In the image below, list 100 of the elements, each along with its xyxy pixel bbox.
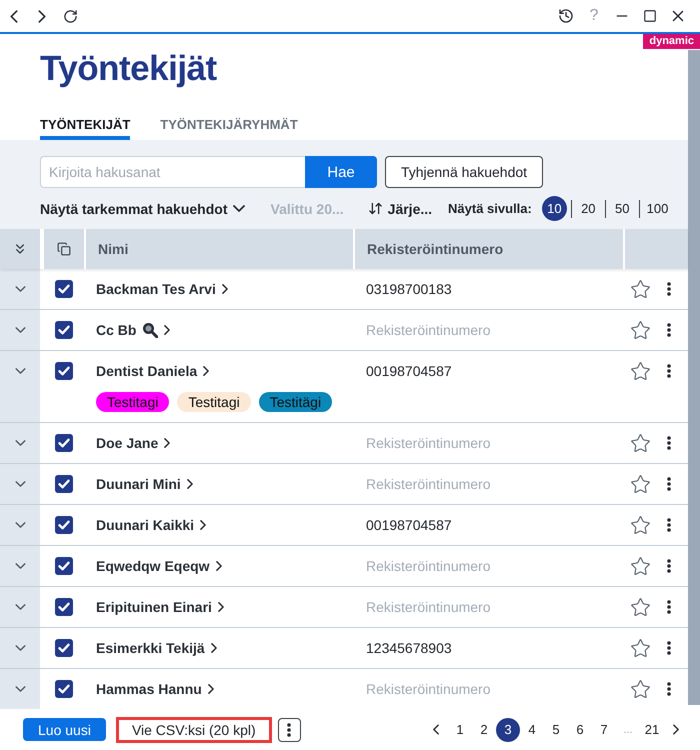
star-icon[interactable] [630, 679, 651, 700]
export-csv-button[interactable]: Vie CSV:ksi (20 kpl) [116, 716, 272, 742]
chevron-right-icon [208, 684, 214, 694]
search-button[interactable]: Hae [305, 156, 377, 188]
empty-value-hint: Rekisteröintinumero [366, 475, 490, 493]
checkbox[interactable] [55, 598, 73, 616]
chevron-right-icon [164, 325, 170, 335]
chevron-right-icon [210, 643, 217, 653]
back-icon[interactable] [10, 10, 18, 22]
scrollbar-thumb[interactable] [688, 50, 700, 705]
page-size-option[interactable]: 100 [644, 196, 670, 221]
employee-name-link[interactable]: Doe Jane [96, 434, 170, 452]
empty-value-hint: Rekisteröintinumero [366, 321, 490, 339]
sort-icon [368, 201, 383, 216]
chevron-down-icon[interactable] [14, 686, 26, 692]
registration-number: 03198700183 [366, 280, 452, 298]
star-icon[interactable] [630, 433, 651, 454]
page-button[interactable]: 7 [592, 718, 616, 742]
column-header: Nimi [98, 241, 128, 257]
checkbox[interactable] [55, 321, 73, 339]
previous-page-icon[interactable] [433, 724, 439, 735]
star-icon[interactable] [630, 556, 651, 577]
reload-icon[interactable] [62, 8, 78, 24]
copy-icon[interactable] [57, 242, 71, 256]
page-button[interactable]: 6 [568, 718, 592, 742]
employee-name-link[interactable]: Duunari Kaikki [96, 516, 206, 534]
chevron-down-icon[interactable] [14, 645, 26, 651]
forward-icon[interactable] [38, 10, 46, 22]
chevron-down-icon[interactable] [14, 604, 26, 610]
empty-value-hint: Rekisteröintinumero [366, 557, 490, 575]
page-button[interactable]: 21 [640, 718, 664, 742]
checkbox[interactable] [55, 680, 73, 698]
employee-name-link[interactable]: Esimerkki Tekijä [96, 639, 217, 657]
search-field[interactable]: Kirjoita hakusanat [40, 156, 305, 188]
employee-name-link[interactable]: Eqwedqw Eqeqw [96, 557, 222, 575]
sort-button[interactable]: Järje... [368, 200, 432, 216]
page-size-option[interactable]: 20 [576, 196, 601, 221]
chevron-right-icon [216, 561, 222, 571]
checkbox[interactable] [55, 434, 73, 452]
kebab-menu-icon[interactable] [667, 559, 671, 573]
chevron-down-icon[interactable] [14, 286, 26, 292]
kebab-menu-icon[interactable] [667, 641, 671, 655]
star-icon[interactable] [630, 597, 651, 618]
checkbox[interactable] [55, 516, 73, 534]
checkbox[interactable] [55, 639, 73, 657]
star-icon[interactable] [630, 638, 651, 659]
star-icon[interactable] [630, 279, 651, 300]
pagination-ellipsis: ... [622, 724, 634, 736]
kebab-menu-icon[interactable] [667, 282, 671, 296]
star-icon[interactable] [630, 361, 651, 382]
checkbox[interactable] [55, 362, 73, 380]
star-icon[interactable] [630, 320, 651, 341]
checkbox[interactable] [55, 280, 73, 298]
tab[interactable]: TYÖNTEKIJÄRYHMÄT [160, 100, 298, 140]
kebab-menu-icon[interactable] [667, 518, 671, 532]
checkbox[interactable] [55, 557, 73, 575]
empty-value-hint: Rekisteröintinumero [366, 598, 490, 616]
advanced-search-button[interactable]: Näytä tarkemmat hakuehdot [40, 200, 245, 216]
chevron-right-icon [222, 284, 228, 294]
chevron-down-icon[interactable] [14, 481, 26, 487]
maximize-icon[interactable] [643, 9, 657, 23]
kebab-menu-icon[interactable] [667, 436, 671, 450]
page-button[interactable]: 4 [520, 718, 544, 742]
employee-name-link[interactable]: Dentist Daniela [96, 362, 210, 380]
page-button[interactable]: 2 [472, 718, 496, 742]
page-button[interactable]: 5 [544, 718, 568, 742]
employee-name-link[interactable]: Hammas Hannu [96, 680, 214, 698]
chevron-down-icon [232, 205, 245, 212]
kebab-menu-icon[interactable] [667, 682, 671, 696]
chevron-right-icon [164, 438, 170, 448]
employee-name-link[interactable]: Duunari Mini [96, 475, 193, 493]
checkbox[interactable] [55, 475, 73, 493]
chevron-down-icon[interactable] [14, 368, 26, 374]
employee-name-link[interactable]: Eripituinen Einari [96, 598, 224, 616]
kebab-menu-icon[interactable] [667, 600, 671, 614]
kebab-menu-icon[interactable] [667, 323, 671, 337]
chevron-down-icon[interactable] [14, 563, 26, 569]
history-icon[interactable] [558, 8, 574, 24]
page-size-option[interactable]: 50 [610, 196, 635, 221]
page-button[interactable]: 1 [448, 718, 472, 742]
clear-filters-button[interactable]: Tyhjennä hakuehdot [385, 156, 543, 188]
employee-name-link[interactable]: Cc Bb [96, 321, 170, 339]
create-new-button[interactable]: Luo uusi [23, 718, 106, 741]
more-options-button[interactable] [278, 718, 301, 742]
star-icon[interactable] [630, 515, 651, 536]
page-button[interactable]: 3 [496, 718, 520, 742]
page-title: Työntekijät [40, 48, 217, 90]
kebab-menu-icon[interactable] [667, 364, 671, 378]
star-icon[interactable] [630, 474, 651, 495]
environment-badge: dynamic [643, 34, 700, 49]
kebab-menu-icon[interactable] [667, 477, 671, 491]
chevron-right-icon [200, 520, 206, 530]
next-page-icon[interactable] [673, 724, 679, 735]
page-size-option[interactable]: 10 [542, 196, 567, 221]
empty-value-hint: Rekisteröintinumero [366, 680, 490, 698]
chevron-down-icon[interactable] [14, 327, 26, 333]
tag: Testitagi [177, 392, 251, 412]
chevron-down-icon[interactable] [14, 440, 26, 446]
employee-name-link[interactable]: Backman Tes Arvi [96, 280, 228, 298]
chevron-down-icon[interactable] [14, 522, 26, 528]
